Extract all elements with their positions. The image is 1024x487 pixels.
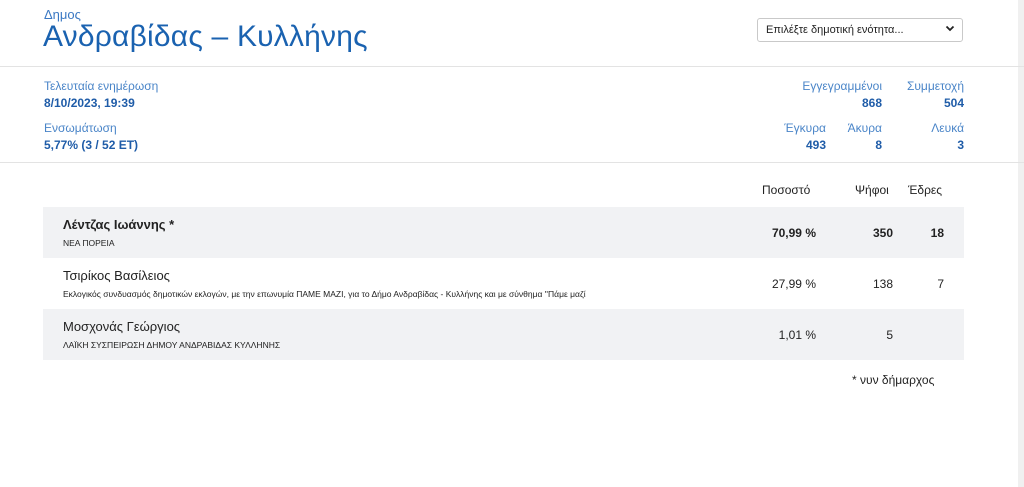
summary-panel: Τελευταία ενημέρωση 8/10/2023, 19:39 Ενσ… <box>0 67 1024 163</box>
blank-label: Λευκά <box>931 121 964 135</box>
candidate-name: Τσιρίκος Βασίλειος <box>63 268 170 283</box>
table-row: Τσιρίκος Βασίλειος Εκλογικός συνδυασμός … <box>43 258 964 309</box>
candidate-name: Λέντζας Ιωάννης * <box>63 217 175 232</box>
chevron-down-icon <box>945 22 955 36</box>
blank-value: 3 <box>957 138 964 152</box>
percent-value: 27,99 % <box>771 277 816 291</box>
column-header-votes: Ψήφοι <box>855 183 889 197</box>
seats-value: 7 <box>937 277 944 291</box>
table-row: Λέντζας Ιωάννης * ΝΕΑ ΠΟΡΕΙΑ 70,99 % 350… <box>43 207 964 258</box>
unit-select-value: Επιλέξτε δημοτική ενότητα... <box>766 24 904 36</box>
turnout-value: 504 <box>943 96 964 110</box>
valid-value: 493 <box>805 138 826 152</box>
seats-value: 18 <box>930 226 944 240</box>
invalid-label: Άκυρα <box>847 121 882 135</box>
invalid-value: 8 <box>875 138 882 152</box>
valid-label: Έγκυρα <box>784 121 826 135</box>
percent-value: 1,01 % <box>778 328 816 342</box>
integration-value: 5,77% (3 / 52 ΕΤ) <box>44 138 139 152</box>
page-title: Ανδραβίδας – Κυλλήνης <box>43 20 368 53</box>
page-header: Δημος Ανδραβίδας – Κυλλήνης Επιλέξτε δημ… <box>0 0 1024 67</box>
registered-value: 868 <box>861 96 882 110</box>
column-header-percent: Ποσοστό <box>762 183 811 197</box>
percent-value: 70,99 % <box>771 226 816 240</box>
unit-select[interactable]: Επιλέξτε δημοτική ενότητα... <box>757 18 963 42</box>
votes-value: 350 <box>872 226 893 240</box>
updated-label: Τελευταία ενημέρωση <box>44 79 159 93</box>
candidate-name: Μοσχονάς Γεώργιος <box>63 319 181 334</box>
registered-label: Εγγεγραμμένοι <box>802 79 882 93</box>
party-name: ΝΕΑ ΠΟΡΕΙΑ <box>63 238 115 248</box>
updated-value: 8/10/2023, 19:39 <box>44 96 135 110</box>
party-name: Εκλογικός συνδυασμός δημοτικών εκλογών, … <box>63 289 586 299</box>
votes-value: 138 <box>872 277 893 291</box>
column-header-seats: Έδρες <box>908 183 943 197</box>
votes-value: 5 <box>886 328 893 342</box>
incumbent-footnote: * νυν δήμαρχος <box>852 373 935 387</box>
turnout-label: Συμμετοχή <box>906 79 964 93</box>
party-name: ΛΑΪΚΗ ΣΥΣΠΕΙΡΩΣΗ ΔΗΜΟΥ ΑΝΔΡΑΒΙΔΑΣ ΚΥΛΛΗΝ… <box>63 340 281 350</box>
integration-label: Ενσωμάτωση <box>44 121 117 135</box>
table-row: Μοσχονάς Γεώργιος ΛΑΪΚΗ ΣΥΣΠΕΙΡΩΣΗ ΔΗΜΟΥ… <box>43 309 964 360</box>
